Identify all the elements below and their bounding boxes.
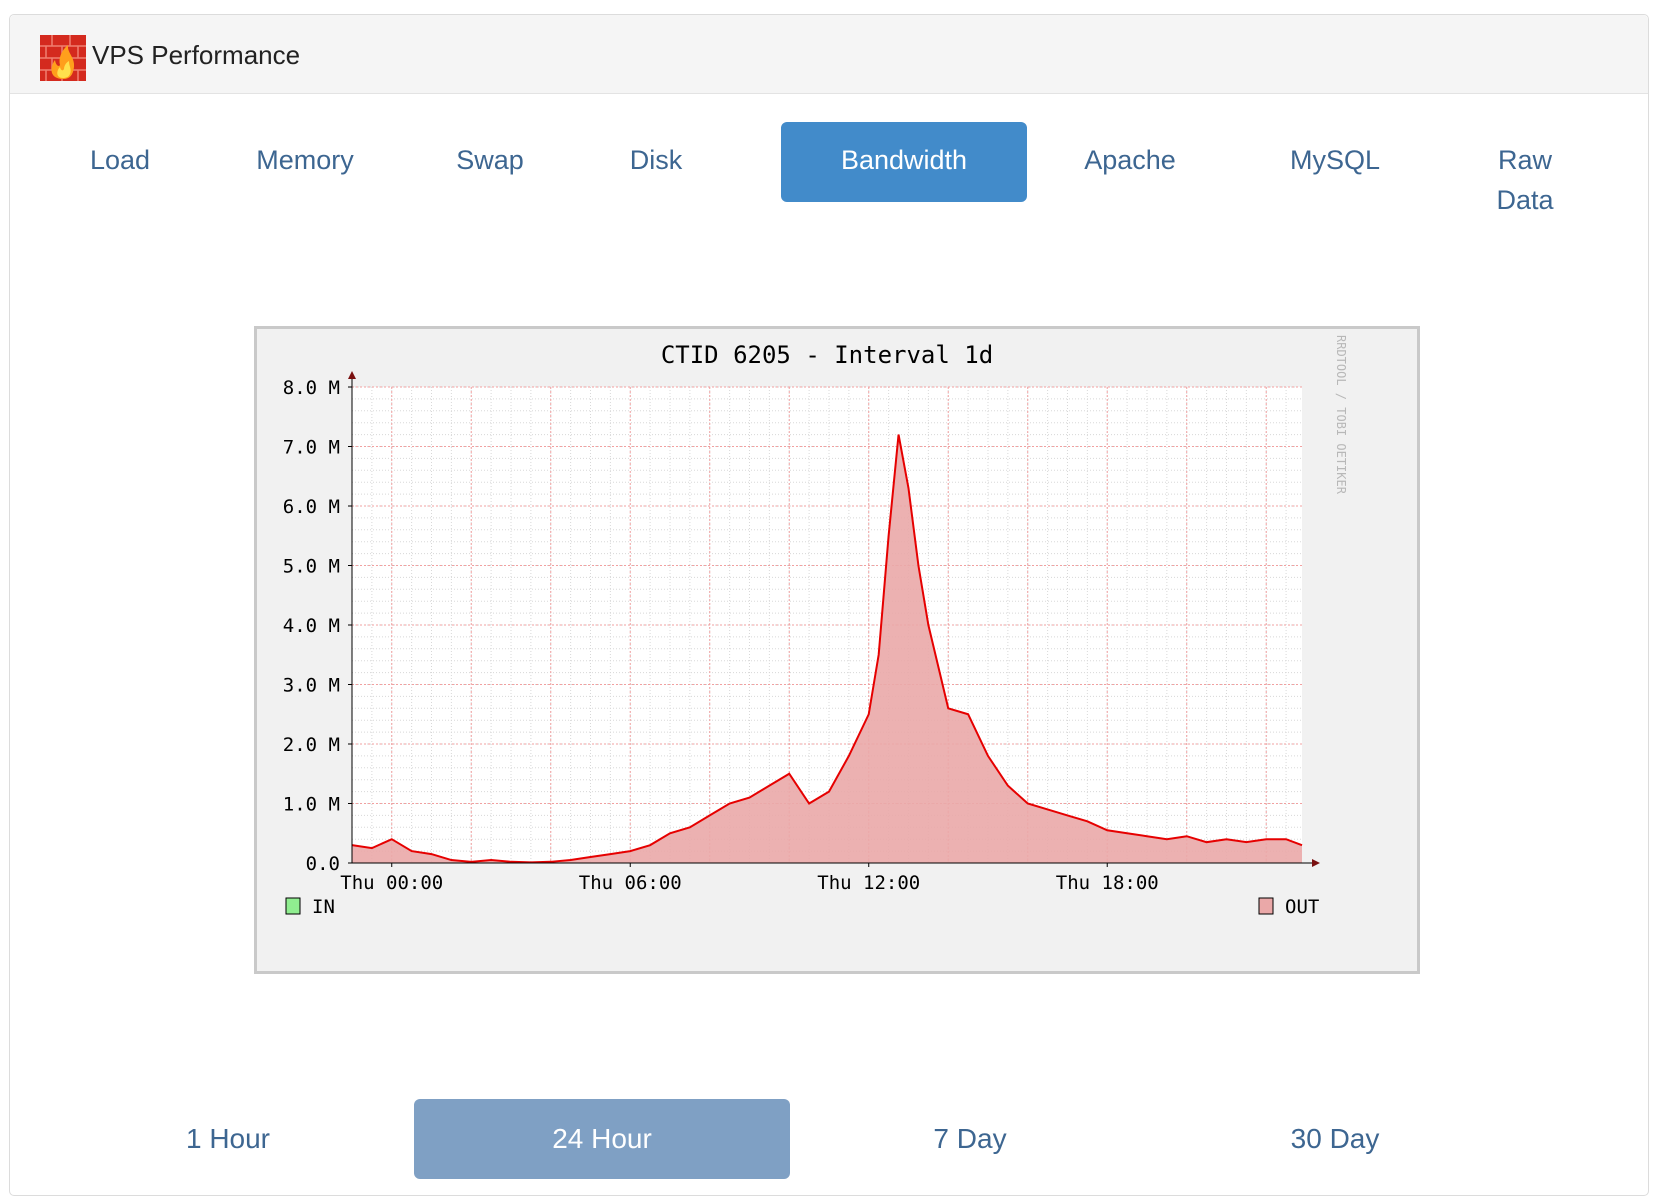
y-tick-label: 0.0 [306,853,340,875]
legend-out-swatch [1258,897,1274,915]
range-30-day[interactable]: 30 Day [1240,1099,1430,1179]
flame-wall-icon [40,35,86,81]
y-tick-label: 3.0 M [283,675,340,697]
chart-legend: IN OUT [285,896,1319,918]
y-tick-label: 8.0 M [283,377,340,399]
range-7-day[interactable]: 7 Day [880,1099,1060,1179]
y-axis-arrow [348,371,356,379]
y-tick-label: 6.0 M [283,496,340,518]
legend-in-swatch [285,897,301,915]
legend-out-label: OUT [1285,896,1319,918]
y-tick-label: 7.0 M [283,437,340,459]
chart-x-ticks: Thu 00:00 Thu 06:00 Thu 12:00 Thu 18:00 [340,863,1159,894]
y-tick-label: 5.0 M [283,556,340,578]
bandwidth-chart-svg: CTID 6205 - Interval 1d RRDTOOL / TOBI O… [283,335,1348,918]
x-tick-label: Thu 12:00 [817,872,920,894]
y-tick-label: 1.0 M [283,794,340,816]
vps-performance-panel: VPS Performance Load Memory Swap Disk Ba… [9,14,1649,1196]
tab-disk[interactable]: Disk [596,122,716,202]
tab-load[interactable]: Load [60,122,180,202]
tab-mysql[interactable]: MySQL [1260,122,1410,202]
x-tick-label: Thu 18:00 [1056,872,1159,894]
tab-memory[interactable]: Memory [230,122,380,202]
legend-in-label: IN [312,896,335,918]
panel-header: VPS Performance [10,15,1648,94]
x-tick-label: Thu 00:00 [340,872,443,894]
range-1-hour[interactable]: 1 Hour [130,1099,326,1179]
range-24-hour[interactable]: 24 Hour [414,1099,790,1179]
tab-swap[interactable]: Swap [430,122,550,202]
tab-apache[interactable]: Apache [1050,122,1210,202]
bandwidth-chart: CTID 6205 - Interval 1d RRDTOOL / TOBI O… [254,326,1420,974]
y-tick-label: 4.0 M [283,615,340,637]
x-tick-label: Thu 06:00 [579,872,682,894]
rrdtool-watermark: RRDTOOL / TOBI OETIKER [1334,335,1348,495]
chart-y-ticks: 0.0 1.0 M 2.0 M 3.0 M 4.0 M 5.0 M 6.0 M 7.0 M 8.… [283,377,352,875]
chart-title: CTID 6205 - Interval 1d [661,341,993,369]
tab-raw-data[interactable]: Raw Data [1470,122,1580,215]
tab-bandwidth[interactable]: Bandwidth [781,122,1027,202]
x-axis-arrow [1312,859,1320,867]
panel-title: VPS Performance [92,40,301,70]
y-tick-label: 2.0 M [283,734,340,756]
chart-grid-minor [351,386,1302,864]
